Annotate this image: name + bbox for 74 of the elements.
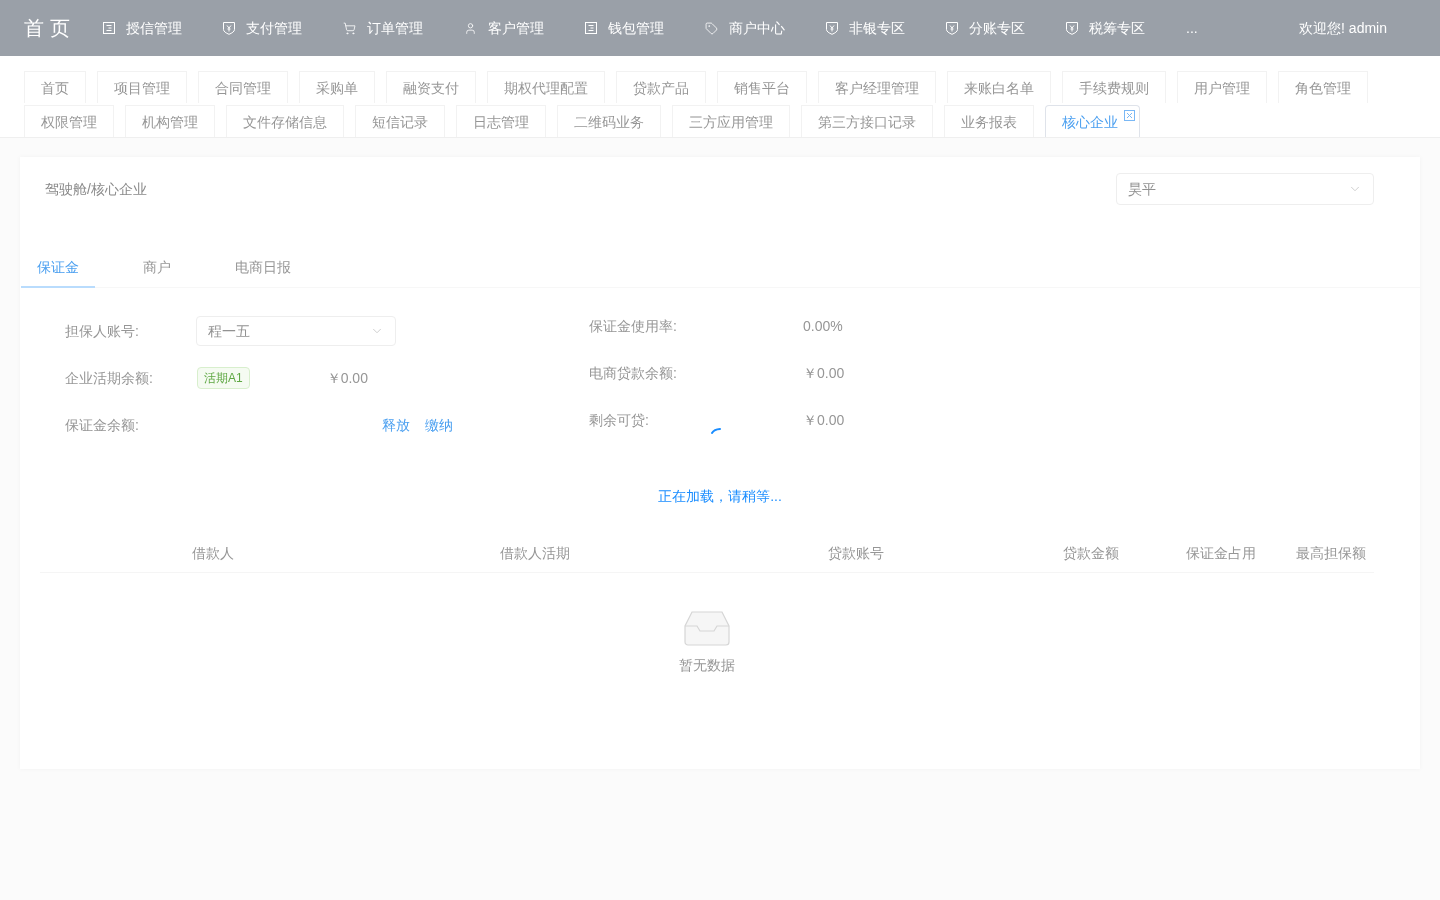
nav-menu-item[interactable]: 非银专区 [826, 18, 905, 38]
enterprise-select[interactable]: 昊平 [1116, 173, 1374, 205]
table-header-cell-text: 最高担保额 [1295, 543, 1367, 563]
stat-value: ￥0.00 [803, 364, 845, 383]
field-label: 剩余可贷: [589, 411, 650, 430]
nav-menu-item[interactable]: 客户管理 [464, 18, 544, 38]
page-tab[interactable]: 手续费规则 [1062, 71, 1166, 103]
page-tab[interactable]: 采购单 [299, 71, 375, 103]
page-tab[interactable]: 文件存储信息 [226, 105, 344, 137]
empty-box-icon [684, 608, 730, 646]
field-label: 保证金使用率: [589, 317, 678, 336]
nav-menu-item[interactable]: 订单管理 [343, 18, 423, 38]
page-tab[interactable]: 角色管理 [1278, 71, 1368, 103]
nav-menu-item[interactable]: 税筹专区 [1066, 18, 1145, 38]
amount-value: ￥0.00 [326, 369, 368, 388]
page-tab[interactable]: 期权代理配置 [487, 71, 605, 103]
welcome-user-text: 欢迎您! admin [1299, 19, 1387, 38]
table-header-cell-text: 贷款账号 [827, 543, 885, 563]
page-tab[interactable]: 业务报表 [944, 105, 1034, 137]
cart-icon [343, 21, 356, 35]
table-header-cell-text: 借款人活期 [499, 543, 571, 563]
stat-value: ￥0.00 [803, 411, 845, 430]
page-tab[interactable]: 首页 [24, 71, 86, 103]
nav-menu-item[interactable]: 钱包管理 [585, 18, 664, 38]
page-tab[interactable]: 第三方接口记录 [801, 105, 933, 137]
page-tab[interactable]: 客户经理管理 [818, 71, 936, 103]
field-label: 电商贷款余额: [589, 364, 678, 383]
document-icon [585, 22, 597, 34]
page-tab[interactable]: 三方应用管理 [672, 105, 790, 137]
page-tab[interactable]: 机构管理 [125, 105, 215, 137]
content-tab[interactable]: 电商日报 [219, 248, 307, 288]
page-tab[interactable]: 项目管理 [97, 71, 187, 103]
tag-icon [705, 21, 718, 35]
page-tab[interactable]: 融资支付 [386, 71, 476, 103]
home-logo-link[interactable]: 首页 [24, 13, 76, 43]
user-icon [464, 21, 477, 35]
breadcrumb-text: 驾驶舱/核心企业 [45, 180, 147, 199]
content-tab[interactable]: 保证金 [21, 248, 95, 288]
field-label: 企业活期余额: [65, 369, 154, 388]
guarantor-account-select[interactable]: 程一五 [196, 316, 396, 346]
loading-text: 正在加载，请稍等... [658, 487, 782, 506]
page-tab[interactable]: 用户管理 [1177, 71, 1267, 103]
action-link[interactable]: 释放 [382, 415, 410, 435]
page-tab[interactable]: 贷款产品 [616, 71, 706, 103]
page-tab[interactable]: 日志管理 [456, 105, 546, 137]
shield-icon [1066, 21, 1078, 35]
close-icon[interactable] [1124, 110, 1135, 121]
shield-icon [946, 21, 958, 35]
nav-menu-item[interactable]: 商户中心 [705, 18, 785, 38]
page-tab[interactable]: 销售平台 [717, 71, 807, 103]
field-label: 保证金余额: [65, 416, 140, 435]
page-tab[interactable]: 来账白名单 [947, 71, 1051, 103]
shield-icon [223, 21, 235, 35]
content-tab[interactable]: 商户 [127, 248, 187, 288]
page-tab[interactable]: 合同管理 [198, 71, 288, 103]
page-tab[interactable]: 权限管理 [24, 105, 114, 137]
status-tag: 活期A1 [197, 367, 250, 389]
page-tab[interactable]: 短信记录 [355, 105, 445, 137]
loading-spinner-icon [711, 428, 721, 434]
action-link[interactable]: 缴纳 [425, 415, 453, 435]
shield-icon [826, 21, 838, 35]
table-header-cell-text: 借款人 [191, 543, 235, 563]
page-tab[interactable]: 二维码业务 [557, 105, 661, 137]
empty-state-text: 暂无数据 [679, 656, 735, 675]
field-label: 担保人账号: [65, 322, 140, 341]
nav-menu-item[interactable]: 分账专区 [946, 18, 1025, 38]
document-icon [103, 22, 115, 34]
page-tab[interactable]: 核心企业 [1045, 105, 1140, 137]
nav-menu-item[interactable]: 授信管理 [103, 18, 182, 38]
table-header-cell-text: 保证金占用 [1185, 543, 1257, 563]
stat-value: 0.00% [803, 317, 843, 336]
more-menu-link[interactable]: ... [1186, 18, 1198, 38]
table-header-cell-text: 贷款金额 [1062, 543, 1120, 563]
nav-menu-item[interactable]: 支付管理 [223, 18, 302, 38]
